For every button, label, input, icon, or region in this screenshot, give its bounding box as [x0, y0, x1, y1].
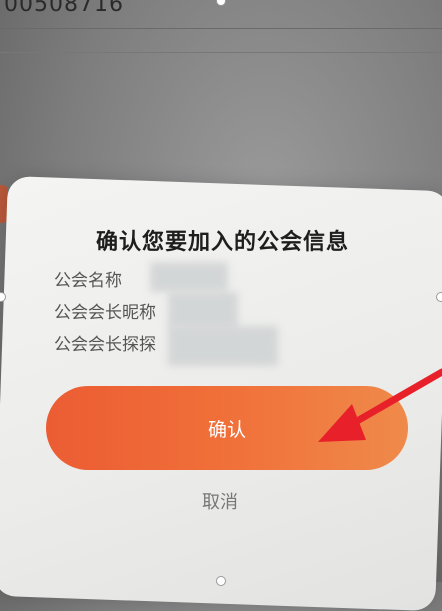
- selection-handle: [216, 0, 226, 6]
- guild-name-label: 公会名称: [54, 271, 122, 291]
- background-number: 00508716: [4, 0, 124, 17]
- dialog-title: 确认您要加入的公会信息: [96, 230, 350, 255]
- cancel-button[interactable]: 取消: [190, 486, 250, 516]
- divider: [0, 52, 442, 53]
- redacted-value: [168, 326, 278, 366]
- guild-leader-tantan-label: 公会会长探探: [54, 335, 156, 355]
- redacted-value: [150, 262, 228, 292]
- guild-leader-nickname-label: 公会会长昵称: [54, 303, 156, 323]
- confirm-button[interactable]: 确认: [46, 386, 408, 470]
- redacted-value: [168, 292, 238, 328]
- selection-handle: [216, 576, 226, 586]
- selection-handle: [436, 292, 442, 302]
- divider: [0, 28, 442, 29]
